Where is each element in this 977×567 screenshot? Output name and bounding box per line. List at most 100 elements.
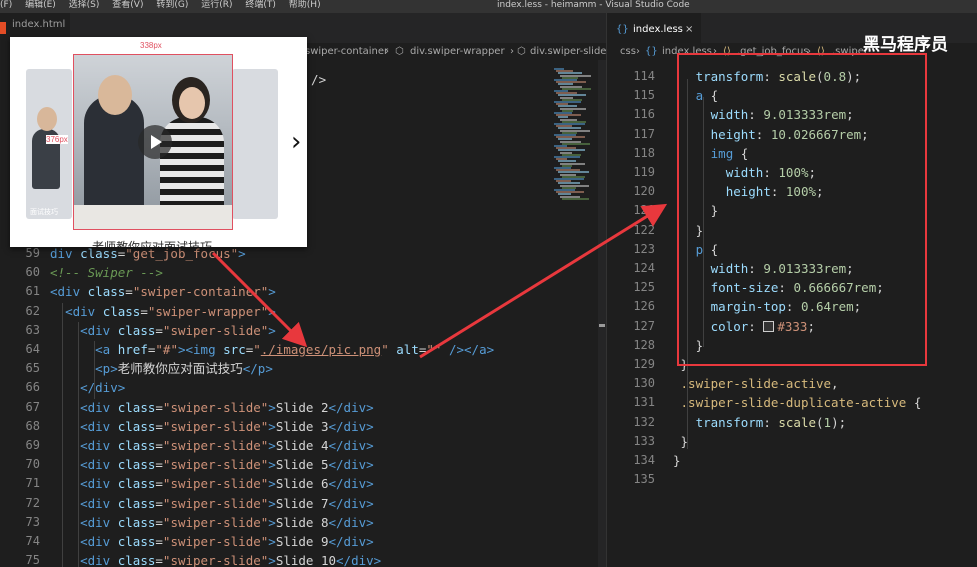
line-number: 117 bbox=[633, 126, 655, 141]
code-line[interactable]: .swiper-slide-duplicate-active { bbox=[673, 393, 922, 412]
line-number: 122 bbox=[633, 222, 655, 237]
browser-preview: 面试技巧 338px 376px › 老师教你应对面试技巧 bbox=[10, 37, 307, 247]
line-number: 119 bbox=[633, 165, 655, 179]
code-line[interactable]: <!-- Swiper --> bbox=[50, 263, 163, 282]
minimap-line bbox=[562, 197, 589, 200]
title-bar: (F) 编辑(E) 选择(S) 查看(V) 转到(G) 运行(R) 终端(T) … bbox=[0, 0, 977, 13]
line-number: 66 bbox=[25, 380, 40, 395]
menu-item-run[interactable]: 运行(R) bbox=[201, 0, 232, 10]
line-number: 72 bbox=[25, 495, 40, 510]
line-number: 133 bbox=[633, 433, 655, 448]
annotation-highlight-box bbox=[677, 53, 927, 366]
height-measure-label: 376px bbox=[46, 135, 68, 144]
cube-icon: ⬡ bbox=[395, 46, 404, 57]
code-line[interactable]: <div class="swiper-slide">Slide 7</div> bbox=[50, 494, 374, 513]
line-number: 74 bbox=[25, 534, 40, 548]
code-line[interactable]: <div class="swiper-slide">Slide 6</div> bbox=[50, 474, 374, 493]
tab-index-less[interactable]: {} index.less × bbox=[607, 13, 701, 43]
photo-person-head bbox=[98, 75, 132, 115]
code-line[interactable]: } bbox=[673, 432, 689, 451]
code-line[interactable]: <div class="swiper-slide">Slide 10</div> bbox=[50, 551, 381, 567]
menu-item-view[interactable]: 查看(V) bbox=[112, 0, 143, 10]
code-line[interactable]: <div class="swiper-slide"> bbox=[50, 321, 276, 340]
line-number: 75 bbox=[25, 553, 40, 567]
less-file-icon: {} bbox=[616, 24, 629, 35]
line-number: 129 bbox=[633, 357, 655, 371]
window-title: index.less - heimamm - Visual Studio Cod… bbox=[497, 0, 690, 10]
line-number: 64 bbox=[25, 342, 40, 356]
scrollbar-thumb[interactable] bbox=[599, 324, 605, 327]
breadcrumb-item[interactable]: div.swiper-wrapper bbox=[410, 43, 505, 60]
line-number: 68 bbox=[25, 418, 40, 433]
code-line[interactable]: <div class="swiper-slide">Slide 5</div> bbox=[50, 455, 374, 474]
menu-item-terminal[interactable]: 终端(T) bbox=[245, 0, 276, 10]
menu-item-edit[interactable]: 编辑(E) bbox=[25, 0, 56, 10]
line-number: 63 bbox=[25, 322, 40, 337]
chevron-right-icon: › bbox=[510, 46, 514, 57]
code-line[interactable]: <div class="swiper-container"> bbox=[50, 282, 276, 301]
swiper-slide-prev[interactable]: 面试技巧 bbox=[26, 69, 72, 219]
breadcrumb-item[interactable]: div.swiper-slide bbox=[530, 43, 606, 60]
slide-caption: 老师教你应对面试技巧 bbox=[92, 240, 213, 247]
cube-icon: ⬡ bbox=[517, 46, 526, 57]
line-number: 69 bbox=[25, 438, 40, 452]
swiper-slide-next[interactable] bbox=[232, 69, 278, 219]
code-line[interactable]: <p>老师教你应对面试技巧</p> bbox=[50, 359, 273, 378]
tab-label: index.less bbox=[633, 24, 683, 35]
brand-watermark: 黑马程序员 bbox=[863, 35, 948, 55]
code-line[interactable]: transform: scale(1); bbox=[673, 413, 847, 432]
code-line[interactable]: .swiper-slide-active, bbox=[673, 374, 839, 393]
width-measure-label: 338px bbox=[140, 41, 162, 50]
line-number: 125 bbox=[633, 280, 655, 295]
less-file-icon: {} bbox=[645, 46, 658, 57]
line-number: 65 bbox=[25, 361, 40, 376]
line-number: 134 bbox=[633, 453, 655, 467]
line-number: 61 bbox=[25, 284, 40, 299]
code-line[interactable]: } bbox=[673, 451, 681, 470]
breadcrumb-item[interactable]: css bbox=[620, 43, 636, 60]
chevron-right-icon[interactable]: › bbox=[291, 127, 301, 157]
menu-item-selection[interactable]: 选择(S) bbox=[69, 0, 100, 10]
line-number: 121 bbox=[633, 203, 655, 218]
line-number: 132 bbox=[633, 414, 655, 429]
line-number: 135 bbox=[633, 472, 655, 487]
line-number: 67 bbox=[25, 399, 40, 414]
menu-item-file[interactable]: (F) bbox=[0, 0, 12, 10]
line-number: 116 bbox=[633, 107, 655, 122]
breadcrumb-item[interactable]: swiper-container bbox=[305, 43, 388, 60]
line-number: 131 bbox=[633, 395, 655, 410]
chevron-right-icon: › bbox=[636, 46, 640, 57]
code-line[interactable]: <div class="swiper-slide">Slide 8</div> bbox=[50, 513, 374, 532]
line-number: 118 bbox=[633, 145, 655, 160]
line-number: 130 bbox=[633, 376, 655, 391]
slide-side-label: 面试技巧 bbox=[30, 209, 58, 216]
code-line[interactable]: </div> bbox=[50, 378, 125, 397]
line-number: 128 bbox=[633, 337, 655, 352]
vertical-scrollbar[interactable] bbox=[598, 60, 606, 567]
line-number: 114 bbox=[633, 69, 655, 83]
code-line[interactable]: <a href="#"><img src="./images/pic.png" … bbox=[50, 340, 494, 359]
menu-item-go[interactable]: 转到(G) bbox=[156, 0, 188, 10]
swiper-slide-active[interactable] bbox=[73, 54, 233, 230]
line-number: 127 bbox=[633, 318, 655, 333]
line-number: 60 bbox=[25, 265, 40, 280]
code-line[interactable]: <div class="swiper-slide">Slide 9</div> bbox=[50, 532, 374, 551]
line-number: 123 bbox=[633, 241, 655, 256]
chevron-right-icon: › bbox=[385, 46, 389, 57]
line-number: 124 bbox=[633, 261, 655, 275]
code-line[interactable]: <div class="swiper-slide">Slide 4</div> bbox=[50, 436, 374, 455]
line-number: 71 bbox=[25, 476, 40, 491]
play-icon[interactable] bbox=[138, 125, 172, 159]
code-line[interactable]: <div class="swiper-wrapper"> bbox=[50, 302, 276, 321]
line-number: 126 bbox=[633, 299, 655, 314]
photo-person-face bbox=[179, 87, 205, 119]
minimap[interactable] bbox=[546, 60, 596, 567]
line-number: 62 bbox=[25, 303, 40, 318]
close-icon[interactable]: × bbox=[685, 13, 693, 47]
code-line[interactable]: <div class="swiper-slide">Slide 2</div> bbox=[50, 398, 374, 417]
line-number: 115 bbox=[633, 88, 655, 103]
menu-item-help[interactable]: 帮助(H) bbox=[289, 0, 321, 10]
photo-desk bbox=[74, 205, 232, 229]
code-line[interactable]: <div class="swiper-slide">Slide 3</div> bbox=[50, 417, 374, 436]
line-number: 120 bbox=[633, 184, 655, 199]
